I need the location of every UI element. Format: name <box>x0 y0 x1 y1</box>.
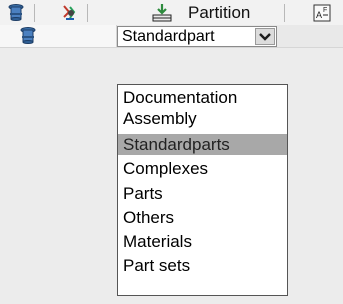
toolbar: Partition A F <box>0 0 343 26</box>
chevron-down-icon <box>259 33 271 41</box>
dropdown-button[interactable] <box>255 28 275 45</box>
row2-left-cell <box>0 25 65 47</box>
dropdown-option-complexes[interactable]: Complexes <box>118 158 287 179</box>
partition-combobox[interactable]: Standardpart <box>117 26 277 47</box>
toolbar-separator <box>87 4 88 22</box>
dropdown-option-standardparts[interactable]: Standardparts <box>118 134 287 155</box>
toolbar-separator <box>284 4 285 22</box>
partition-dropdown-list: Documentation Assembly Standardparts Com… <box>117 84 288 296</box>
bug-tool-icon[interactable] <box>58 3 82 23</box>
combo-value: Standardpart <box>122 28 215 45</box>
dropdown-option-materials[interactable]: Materials <box>118 231 287 252</box>
svg-text:F: F <box>323 7 327 14</box>
dropdown-option-documentation[interactable]: Documentation <box>118 87 287 108</box>
dropdown-option-part-sets[interactable]: Part sets <box>118 255 287 276</box>
dropdown-option-parts[interactable]: Parts <box>118 183 287 204</box>
dropdown-option-assembly[interactable]: Assembly <box>118 108 287 129</box>
svg-text:A: A <box>316 10 322 20</box>
cylinder-part-icon[interactable] <box>6 3 26 23</box>
partition-icon[interactable] <box>150 3 174 23</box>
row2-mid-cell <box>64 25 117 47</box>
cylinder-part-icon[interactable] <box>18 26 38 46</box>
text-format-icon[interactable]: A F <box>312 3 332 23</box>
toolbar-separator <box>34 4 35 22</box>
dropdown-option-others[interactable]: Others <box>118 207 287 228</box>
partition-label[interactable]: Partition <box>188 0 250 25</box>
